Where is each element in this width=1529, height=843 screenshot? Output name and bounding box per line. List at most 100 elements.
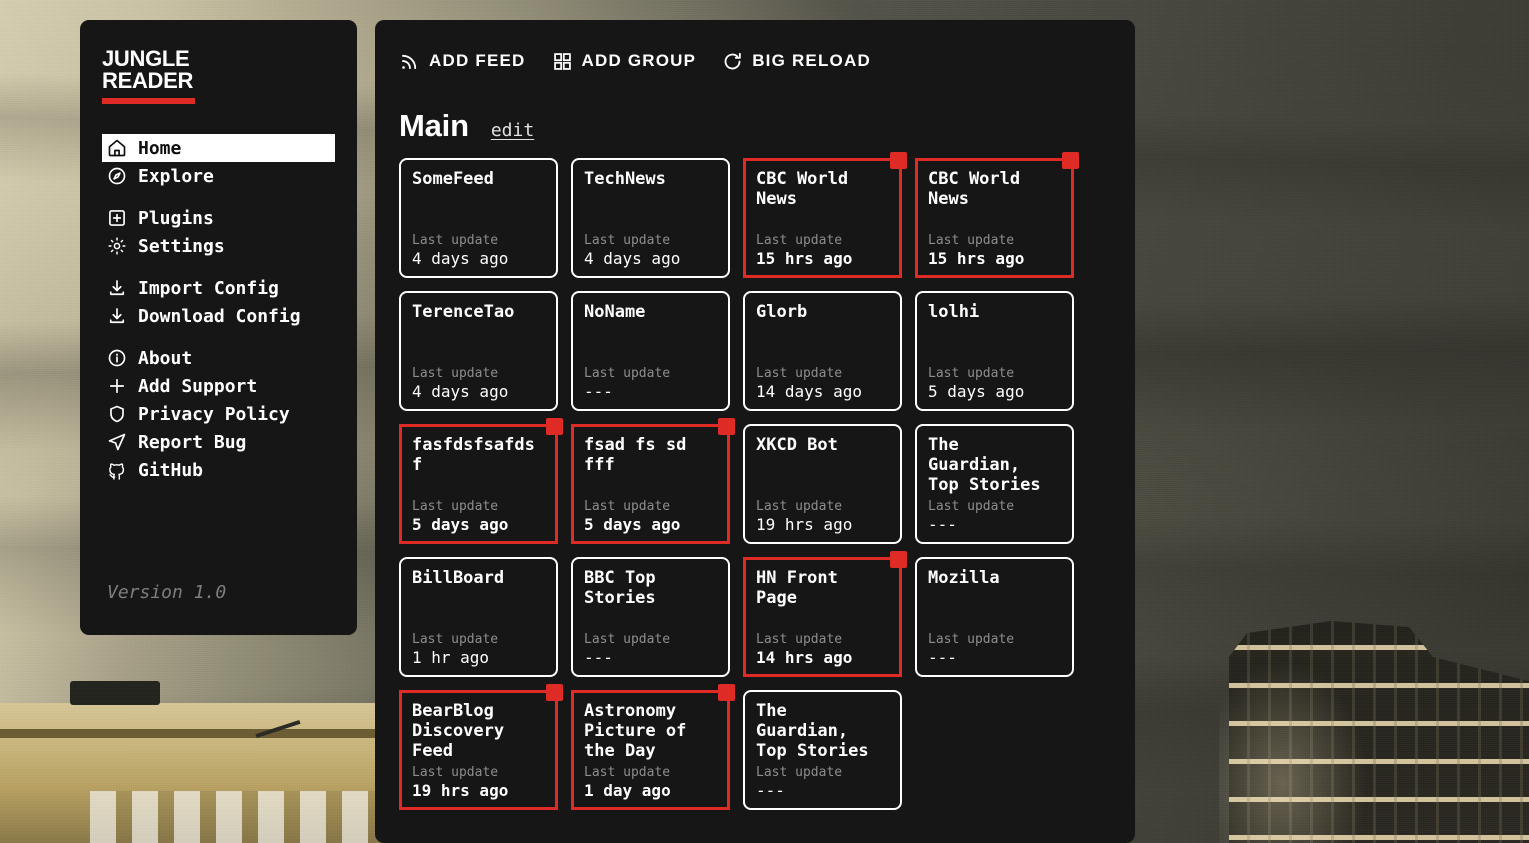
feed-meta-label: Last update	[756, 765, 843, 780]
logo-underline	[102, 98, 195, 104]
feed-meta: Last update 5 days ago	[928, 366, 1061, 401]
sidebar-item-plugins[interactable]: Plugins	[102, 204, 335, 232]
feed-meta: Last update 4 days ago	[584, 233, 717, 268]
version-label: Version 1.0	[107, 582, 227, 603]
sidebar-item-github[interactable]: GitHub	[102, 456, 335, 484]
sidebar-group-2: Import Config Download Config	[102, 274, 335, 330]
sidebar-item-home[interactable]: Home	[102, 134, 335, 162]
feed-meta-label: Last update	[412, 632, 499, 647]
sidebar-item-privacy-policy[interactable]: Privacy Policy	[102, 400, 335, 428]
feed-meta-label: Last update	[412, 765, 499, 780]
feed-meta: Last update ---	[756, 765, 889, 800]
app-logo: JUNGLE READER	[102, 48, 335, 92]
feed-last-update: ---	[756, 781, 785, 800]
feed-title: NoName	[584, 302, 646, 322]
group-edit-link[interactable]: edit	[491, 120, 534, 141]
feed-card[interactable]: CBC World News Last update 15 hrs ago	[915, 152, 1079, 278]
sidebar: JUNGLE READER Home Explore Plugins Settings…	[80, 20, 357, 635]
feed-card[interactable]: TerenceTao Last update 4 days ago	[399, 291, 558, 411]
feed-card[interactable]: fasfdsfsafdsf Last update 5 days ago	[399, 418, 563, 544]
feed-card[interactable]: CBC World News Last update 15 hrs ago	[743, 152, 907, 278]
feed-meta-label: Last update	[756, 499, 843, 514]
reload-icon	[722, 51, 743, 72]
unread-badge	[718, 418, 735, 435]
compass-icon	[107, 166, 127, 186]
feed-grid: SomeFeed Last update 4 days ago TechNews Las…	[399, 152, 1135, 810]
sidebar-group-1: Plugins Settings	[102, 204, 335, 260]
feed-last-update: 5 days ago	[584, 515, 681, 534]
sidebar-item-download-config[interactable]: Download Config	[102, 302, 335, 330]
github-icon	[107, 460, 127, 480]
feed-meta: Last update 5 days ago	[584, 499, 717, 534]
feed-card[interactable]: BearBlog Discovery Feed Last update 19 hrs…	[399, 684, 563, 810]
feed-meta: Last update ---	[928, 632, 1061, 667]
feed-title: Mozilla	[928, 568, 1000, 588]
sidebar-item-label: Download Config	[138, 305, 301, 327]
feed-meta: Last update 15 hrs ago	[756, 233, 889, 268]
feed-meta-label: Last update	[584, 233, 671, 248]
feed-title: fsad fs sd fff	[584, 435, 687, 475]
feed-meta: Last update ---	[584, 632, 717, 667]
grid-icon	[552, 51, 573, 72]
add-group-button[interactable]: ADD GROUP	[552, 51, 697, 72]
logo-line-2: READER	[102, 68, 194, 93]
feed-card[interactable]: BBC Top Stories Last update ---	[571, 557, 730, 677]
feed-meta: Last update 1 hr ago	[412, 632, 545, 667]
main-panel: ADD FEED ADD GROUP BIG RELOAD Main edit So…	[375, 20, 1135, 843]
feed-card[interactable]: The Guardian, Top Stories Last update ---	[743, 690, 902, 810]
feed-meta: Last update 15 hrs ago	[928, 233, 1061, 268]
feed-meta: Last update ---	[928, 499, 1061, 534]
add-feed-button[interactable]: ADD FEED	[399, 51, 526, 72]
app-root: JUNGLE READER Home Explore Plugins Settings…	[0, 0, 1529, 843]
feed-last-update: 19 hrs ago	[412, 781, 509, 800]
feed-card[interactable]: BillBoard Last update 1 hr ago	[399, 557, 558, 677]
feed-title: BBC Top Stories	[584, 568, 656, 608]
feed-title: XKCD Bot	[756, 435, 838, 455]
unread-badge	[890, 152, 907, 169]
feed-title: TerenceTao	[412, 302, 515, 322]
feed-card[interactable]: Astronomy Picture of the Day Last update 1…	[571, 684, 735, 810]
sidebar-item-explore[interactable]: Explore	[102, 162, 335, 190]
feed-title: SomeFeed	[412, 169, 494, 189]
feed-last-update: 4 days ago	[412, 249, 509, 268]
feed-last-update: 5 days ago	[412, 515, 509, 534]
feed-meta: Last update 19 hrs ago	[412, 765, 545, 800]
toolbar-button-label: ADD FEED	[429, 51, 526, 70]
feed-meta: Last update 19 hrs ago	[756, 499, 889, 534]
feed-card[interactable]: Glorb Last update 14 days ago	[743, 291, 902, 411]
feed-card[interactable]: HN Front Page Last update 14 hrs ago	[743, 551, 907, 677]
feed-title: Astronomy Picture of the Day	[584, 701, 687, 761]
feed-card[interactable]: NoName Last update ---	[571, 291, 730, 411]
sidebar-item-add-support[interactable]: Add Support	[102, 372, 335, 400]
feed-meta-label: Last update	[928, 499, 1015, 514]
feed-card[interactable]: fsad fs sd fff Last update 5 days ago	[571, 418, 735, 544]
download-icon	[107, 306, 127, 326]
sidebar-item-report-bug[interactable]: Report Bug	[102, 428, 335, 456]
feed-last-update: 15 hrs ago	[756, 249, 853, 268]
feed-card[interactable]: TechNews Last update 4 days ago	[571, 158, 730, 278]
big-reload-button[interactable]: BIG RELOAD	[722, 51, 871, 72]
toolbar: ADD FEED ADD GROUP BIG RELOAD	[399, 47, 1135, 75]
sidebar-nav: Home Explore Plugins Settings Import Config D…	[102, 134, 335, 484]
download-icon	[107, 278, 127, 298]
feed-meta: Last update 4 days ago	[412, 233, 545, 268]
feed-meta: Last update 14 days ago	[756, 366, 889, 401]
feed-card[interactable]: The Guardian, Top Stories Last update ---	[915, 424, 1074, 544]
feed-card[interactable]: Mozilla Last update ---	[915, 557, 1074, 677]
home-icon	[107, 138, 127, 158]
sidebar-item-about[interactable]: About	[102, 344, 335, 372]
feed-meta-label: Last update	[928, 233, 1015, 248]
feed-meta: Last update 1 day ago	[584, 765, 717, 800]
sidebar-item-settings[interactable]: Settings	[102, 232, 335, 260]
feed-last-update: ---	[928, 515, 957, 534]
feed-card[interactable]: SomeFeed Last update 4 days ago	[399, 158, 558, 278]
feed-card[interactable]: XKCD Bot Last update 19 hrs ago	[743, 424, 902, 544]
feed-meta-label: Last update	[412, 499, 499, 514]
sidebar-item-import-config[interactable]: Import Config	[102, 274, 335, 302]
sidebar-item-label: Import Config	[138, 277, 279, 299]
feed-card[interactable]: lolhi Last update 5 days ago	[915, 291, 1074, 411]
feed-last-update: ---	[584, 648, 613, 667]
sidebar-item-label: Explore	[138, 165, 214, 187]
sidebar-item-label: Home	[138, 137, 182, 159]
feed-meta-label: Last update	[756, 233, 843, 248]
